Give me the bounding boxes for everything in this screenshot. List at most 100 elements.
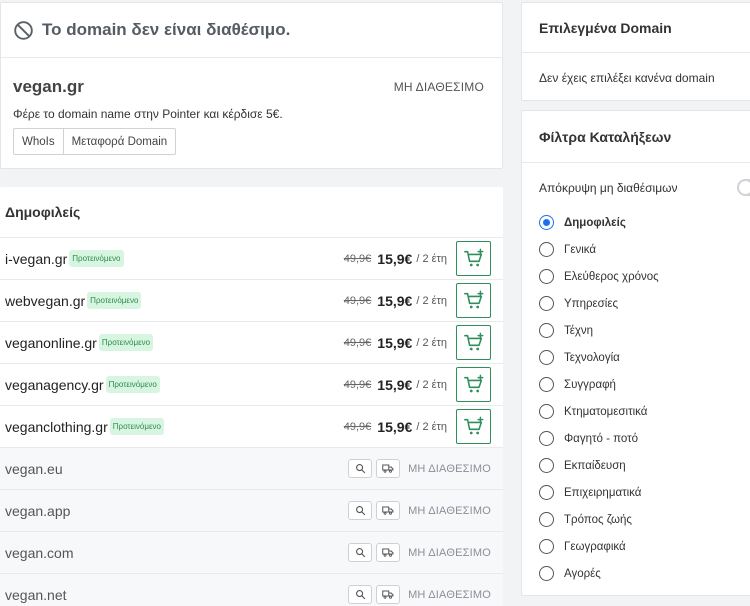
ban-icon <box>14 20 33 40</box>
domain-name: webvegan.gr <box>5 292 86 309</box>
transfer-truck-icon <box>382 506 394 515</box>
search-icon <box>355 506 365 516</box>
domain-status: ΜΗ ΔΙΑΘΕΣΙΜΟ <box>393 80 484 94</box>
old-price: 49,9€ <box>343 336 372 349</box>
whois-search-button[interactable] <box>348 543 373 562</box>
search-icon <box>355 464 365 474</box>
radio-button[interactable] <box>539 566 554 581</box>
category-radio-option[interactable]: Γεωγραφικά <box>539 533 659 560</box>
add-to-cart-button[interactable] <box>456 241 491 276</box>
transfer-button[interactable] <box>376 585 401 604</box>
selected-empty-text: Δεν έχεις επιλέξει κανένα domain <box>539 71 715 85</box>
cart-plus-icon <box>463 332 483 350</box>
radio-button[interactable] <box>539 350 554 365</box>
old-price: 49,9€ <box>343 420 372 433</box>
toggle-knob <box>739 181 750 194</box>
domain-row: veganclothing.gr Προτεινόμενο 49,9€ 15,9€ / … <box>0 406 503 448</box>
transfer-button[interactable] <box>376 543 401 562</box>
price: 15,9€ <box>377 376 413 393</box>
tld-filters-card: Φίλτρα Καταλήξεων Απόκρυψη μη διαθέσιμων… <box>521 110 750 596</box>
radio-label: Επιχειρηματικά <box>564 486 642 499</box>
domain-name: vegan.eu <box>5 460 63 477</box>
radio-button[interactable] <box>539 215 554 230</box>
category-radio-group: Δημοφιλείς Γενικά Ελεύθερος χρόνος Υπηρεσίε… <box>539 209 659 587</box>
whois-button[interactable]: WhoIs <box>13 128 64 155</box>
radio-button[interactable] <box>539 485 554 500</box>
radio-label: Τέχνη <box>564 324 594 337</box>
category-radio-option[interactable]: Εκπαίδευση <box>539 452 659 479</box>
category-radio-option[interactable]: Τεχνολογία <box>539 344 659 371</box>
add-to-cart-button[interactable] <box>456 409 491 444</box>
radio-button[interactable] <box>539 512 554 527</box>
transfer-domain-button[interactable]: Μεταφορά Domain <box>63 128 177 155</box>
domain-row: webvegan.gr Προτεινόμενο 49,9€ 15,9€/ 2 έτη <box>0 280 503 322</box>
radio-button[interactable] <box>539 377 554 392</box>
category-radio-option[interactable]: Ελεύθερος χρόνος <box>539 263 659 290</box>
hide-unavailable-toggle[interactable] <box>737 179 750 196</box>
category-radio-option[interactable]: Επιχειρηματικά <box>539 479 659 506</box>
domain-row-unavailable: vegan.eu ΜΗ ΔΙΑΘΕΣΙΜΟ <box>0 448 503 490</box>
category-radio-option[interactable]: Κτηματομεσιτικά <box>539 398 659 425</box>
domain-row: veganonline.gr Προτεινόμενο 49,9€ 15,9€/ 2 … <box>0 322 503 364</box>
price-period: / 2 έτη <box>416 336 447 349</box>
radio-button[interactable] <box>539 539 554 554</box>
whois-search-button[interactable] <box>348 501 373 520</box>
recommended-badge: Προτεινόμενο <box>69 250 124 267</box>
radio-button[interactable] <box>539 404 554 419</box>
unavailable-domain-card: Το domain δεν είναι διαθέσιμο. vegan.gr … <box>0 2 503 169</box>
price: 15,9€ <box>377 418 413 435</box>
unavailable-title: Το domain δεν είναι διαθέσιμο. <box>42 20 291 39</box>
radio-button[interactable] <box>539 323 554 338</box>
domain-name: vegan.com <box>5 544 74 561</box>
radio-label: Υπηρεσίες <box>564 297 618 310</box>
domain-row: veganagency.gr Προτεινόμενο 49,9€ 15,9€/ 2 … <box>0 364 503 406</box>
cart-plus-icon <box>463 416 483 434</box>
transfer-button[interactable] <box>376 501 401 520</box>
price: 15,9€ <box>377 292 413 309</box>
radio-button[interactable] <box>539 296 554 311</box>
add-to-cart-button[interactable] <box>456 367 491 402</box>
domain-name: vegan.net <box>5 586 67 603</box>
whois-search-button[interactable] <box>348 585 373 604</box>
category-radio-option[interactable]: Υπηρεσίες <box>539 290 659 317</box>
price-period: / 2 έτη <box>416 378 447 391</box>
radio-button[interactable] <box>539 269 554 284</box>
unavailable-status: ΜΗ ΔΙΑΘΕΣΙΜΟ <box>408 504 491 517</box>
radio-button[interactable] <box>539 458 554 473</box>
radio-label: Τρόπος ζωής <box>564 513 632 526</box>
category-radio-option[interactable]: Φαγητό - ποτό <box>539 425 659 452</box>
cart-plus-icon <box>463 374 483 392</box>
search-icon <box>355 548 365 558</box>
cart-plus-icon <box>463 290 483 308</box>
unavailable-header: Το domain δεν είναι διαθέσιμο. <box>1 3 502 58</box>
popular-domains-card: Δημοφιλείς i-vegan.gr Προτεινόμενο 49,9€ 15… <box>0 187 503 606</box>
search-icon <box>355 590 365 600</box>
price-period: / 2 έτη <box>416 420 447 433</box>
category-radio-option[interactable]: Συγγραφή <box>539 371 659 398</box>
category-radio-option[interactable]: Γενικά <box>539 236 659 263</box>
category-radio-option[interactable]: Αγορές <box>539 560 659 587</box>
recommended-badge: Προτεινόμενο <box>87 292 142 309</box>
old-price: 49,9€ <box>343 252 372 265</box>
category-radio-option[interactable]: Τρόπος ζωής <box>539 506 659 533</box>
domain-row-unavailable: vegan.com ΜΗ ΔΙΑΘΕΣΙΜΟ <box>0 532 503 574</box>
whois-search-button[interactable] <box>348 459 373 478</box>
unavailable-status: ΜΗ ΔΙΑΘΕΣΙΜΟ <box>408 546 491 559</box>
radio-button[interactable] <box>539 431 554 446</box>
add-to-cart-button[interactable] <box>456 283 491 318</box>
radio-label: Ελεύθερος χρόνος <box>564 270 659 283</box>
category-radio-option[interactable]: Δημοφιλείς <box>539 209 659 236</box>
add-to-cart-button[interactable] <box>456 325 491 360</box>
cart-plus-icon <box>463 248 483 266</box>
popular-title: Δημοφιλείς <box>0 187 503 238</box>
category-radio-option[interactable]: Τέχνη <box>539 317 659 344</box>
radio-label: Φαγητό - ποτό <box>564 432 639 445</box>
radio-button[interactable] <box>539 242 554 257</box>
old-price: 49,9€ <box>343 378 372 391</box>
domain-name: veganclothing.gr <box>5 418 108 435</box>
price: 15,9€ <box>377 334 413 351</box>
unavailable-status: ΜΗ ΔΙΑΘΕΣΙΜΟ <box>408 588 491 601</box>
transfer-truck-icon <box>382 548 394 557</box>
unavailable-status: ΜΗ ΔΙΑΘΕΣΙΜΟ <box>408 462 491 475</box>
transfer-button[interactable] <box>376 459 401 478</box>
